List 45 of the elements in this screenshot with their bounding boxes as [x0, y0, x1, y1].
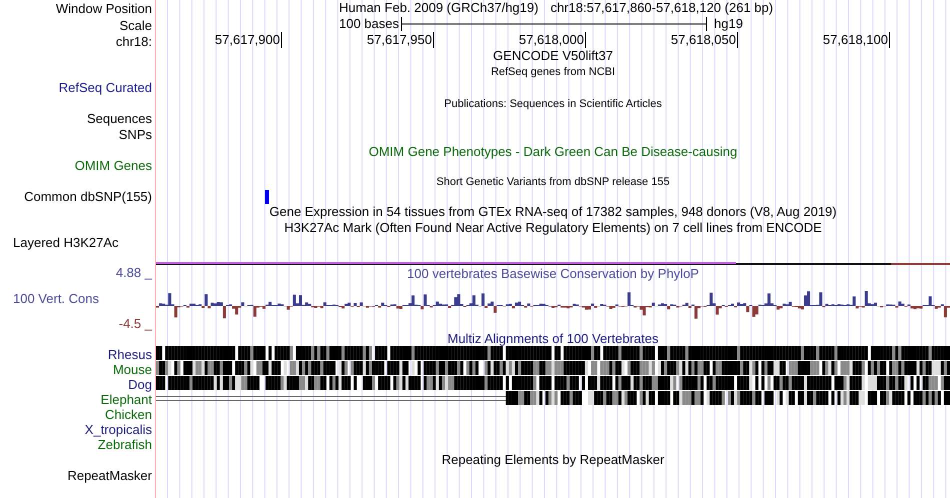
- track-label: SNPs: [118, 127, 152, 142]
- track-label: OMIM Genes: [74, 158, 152, 173]
- track-label: Elephant: [100, 392, 152, 407]
- track-label: -4.5 _: [118, 316, 152, 331]
- track-label: Dog: [128, 377, 152, 392]
- assembly-label: hg19: [714, 16, 743, 32]
- track-title: Multiz Alignments of 100 Vertebrates: [447, 331, 658, 346]
- tick-mark: [585, 32, 586, 48]
- position-text: chr18:57,617,860-57,618,120 (261 bp): [550, 0, 774, 16]
- track-title: Repeating Elements by RepeatMasker: [442, 451, 664, 470]
- tick-mark: [433, 32, 434, 48]
- track-label: Zebrafish: [98, 437, 152, 452]
- track-label: X_tropicalis: [84, 422, 152, 437]
- track-title: Gene Expression in 54 tissues from GTEx RNA-seq of 17382 samples, 948 donors (V8, Aug 2019): [269, 203, 837, 222]
- track-label: Sequences: [86, 111, 152, 126]
- coordinate-label: 57,617,950: [366, 32, 432, 48]
- track-label: 4.88 _: [116, 265, 152, 280]
- coordinate-label: 57,618,050: [670, 32, 736, 48]
- variant-mark: [265, 190, 269, 204]
- coordinate-label: 57,618,000: [518, 32, 584, 48]
- track-label: Window Position: [56, 1, 152, 16]
- track-label: Common dbSNP(155): [24, 189, 152, 204]
- track-label: Chicken: [105, 407, 152, 422]
- track-label: 100 Vert. Cons: [13, 291, 99, 306]
- track-title: OMIM Gene Phenotypes - Dark Green Can Be Disease-causing: [368, 143, 738, 162]
- track-label: RepeatMasker: [67, 468, 152, 483]
- track-title: Publications: Sequences in Scientific Articles: [444, 96, 662, 112]
- scale-text: 100 bases: [339, 16, 400, 32]
- track-label: chr18:: [116, 34, 152, 49]
- track-label: RefSeq Curated: [58, 80, 152, 95]
- track-label: Layered H3K27Ac: [13, 235, 119, 250]
- track-title: Short Genetic Variants from dbSNP release 155: [436, 174, 670, 190]
- track-label: Mouse: [112, 362, 152, 377]
- assembly-title: Human Feb. 2009 (GRCh37/hg19): [339, 0, 538, 16]
- tick-mark: [281, 32, 282, 48]
- track-label: Scale: [119, 18, 152, 33]
- track-label: Rhesus: [108, 347, 152, 362]
- track-subtitle: RefSeq genes from NCBI: [490, 64, 616, 80]
- tick-mark: [889, 32, 890, 48]
- track-title: GENCODE V50lift37: [493, 47, 613, 66]
- coordinate-label: 57,617,900: [214, 32, 280, 48]
- track-title: H3K27Ac Mark (Often Found Near Active Regulatory Elements) on 7 cell lines from ENCODE: [284, 219, 822, 238]
- coordinate-label: 57,618,100: [822, 32, 888, 48]
- tick-mark: [737, 32, 738, 48]
- track-title: 100 vertebrates Basewise Conservation by PhyloP: [407, 266, 699, 281]
